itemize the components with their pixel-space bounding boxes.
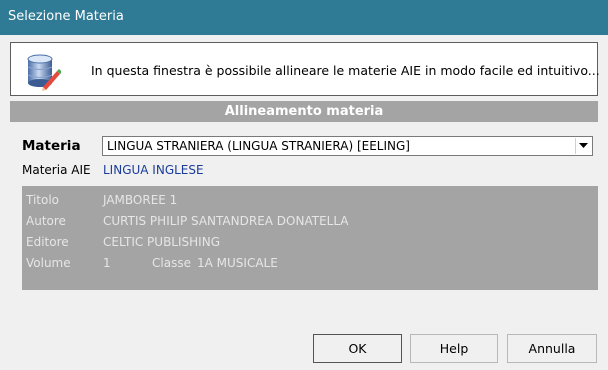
- materia-label: Materia: [22, 138, 81, 154]
- materia-select-value: LINGUA STRANIERA (LINGUA STRANIERA) [EEL…: [107, 139, 410, 153]
- info-text: In questa finestra è possibile allineare…: [91, 63, 600, 78]
- autore-value: CURTIS PHILIP SANTANDREA DONATELLA: [103, 214, 349, 228]
- editore-label: Editore: [26, 235, 69, 249]
- autore-label: Autore: [26, 214, 66, 228]
- help-button[interactable]: Help: [410, 334, 498, 363]
- ok-button[interactable]: OK: [313, 334, 402, 363]
- window-titlebar[interactable]: Selezione Materia: [0, 0, 608, 35]
- volume-value: 1: [103, 256, 111, 270]
- volume-label: Volume: [26, 256, 71, 270]
- editore-value: CELTIC PUBLISHING: [103, 235, 220, 249]
- chevron-down-icon: [579, 143, 588, 148]
- titolo-label: Titolo: [26, 193, 60, 207]
- materia-aie-value: LINGUA INGLESE: [103, 163, 204, 177]
- info-panel: In questa finestra è possibile allineare…: [10, 42, 600, 96]
- titolo-value: JAMBOREE 1: [103, 193, 178, 207]
- database-edit-icon: [21, 51, 62, 91]
- classe-value: 1A MUSICALE: [197, 256, 278, 270]
- window-title: Selezione Materia: [8, 9, 124, 24]
- classe-label: Classe: [152, 256, 191, 270]
- section-header: Allineamento materia: [10, 101, 598, 122]
- materia-select[interactable]: LINGUA STRANIERA (LINGUA STRANIERA) [EEL…: [102, 136, 593, 156]
- cancel-button[interactable]: Annulla: [507, 334, 597, 363]
- book-details-panel: Titolo JAMBOREE 1 Autore CURTIS PHILIP S…: [22, 186, 598, 290]
- dropdown-arrow-button[interactable]: [575, 138, 591, 154]
- materia-aie-label: Materia AIE: [22, 163, 91, 177]
